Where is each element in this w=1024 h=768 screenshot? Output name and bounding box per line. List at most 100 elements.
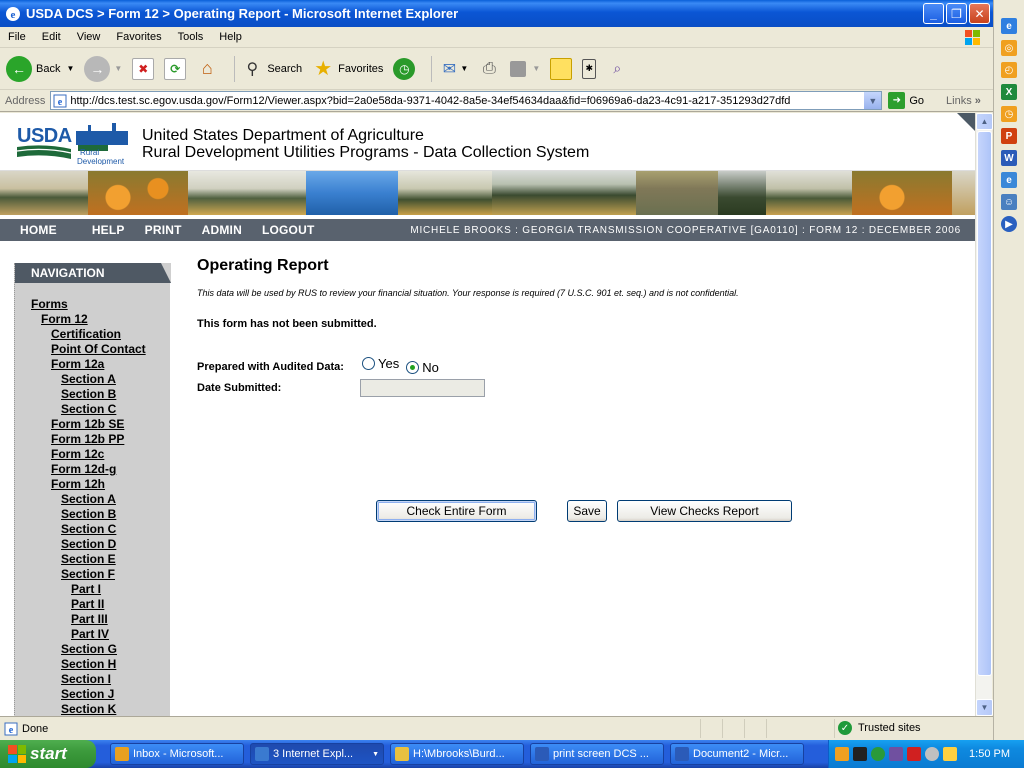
mail-dropdown-icon[interactable]: ▼	[460, 64, 468, 73]
discuss-button[interactable]	[550, 57, 573, 80]
nav-item-section-f[interactable]: Section F	[15, 567, 170, 582]
security-zone[interactable]: ✓ Trusted sites	[838, 721, 921, 735]
tray-network-icon[interactable]	[871, 747, 885, 761]
powerpoint-shortcut-icon[interactable]: P	[1001, 128, 1017, 144]
nav-home[interactable]: HOME	[20, 223, 57, 237]
usda-logo[interactable]: USDA Rural Development	[16, 123, 132, 166]
nav-item-form-12b-se[interactable]: Form 12b SE	[15, 417, 170, 432]
tray-app-icon[interactable]	[889, 747, 903, 761]
radio-yes-circle[interactable]	[362, 357, 376, 370]
tray-update-icon[interactable]	[925, 747, 939, 761]
tray-volume-icon[interactable]	[943, 747, 957, 761]
view-checks-report-button[interactable]: View Checks Report	[617, 500, 792, 522]
forward-button[interactable]: → ▼	[84, 55, 122, 82]
check-entire-form-button[interactable]: Check Entire Form	[376, 500, 537, 522]
date-submitted-input[interactable]	[360, 379, 485, 397]
nav-item-section-a[interactable]: Section A	[15, 372, 170, 387]
clock-shortcut-icon[interactable]: ◴	[1001, 62, 1017, 78]
back-button[interactable]: ← Back ▼	[6, 55, 74, 82]
edit-button[interactable]: ▼	[510, 60, 540, 77]
taskbar-item[interactable]: 3 Internet Expl... ▼	[250, 743, 384, 765]
outlook-shortcut-icon[interactable]: ◎	[1001, 40, 1017, 56]
radio-no-circle[interactable]	[406, 361, 420, 374]
taskbar-group-dropdown-icon[interactable]: ▼	[372, 751, 379, 758]
word-shortcut-icon[interactable]: W	[1001, 150, 1017, 166]
menu-edit[interactable]: Edit	[34, 31, 69, 43]
scrollbar-thumb[interactable]	[977, 131, 992, 676]
ie-shortcut-icon[interactable]: e	[1001, 18, 1017, 34]
nav-item-forms[interactable]: Forms	[15, 297, 170, 312]
window-title-bar[interactable]: e USDA DCS > Form 12 > Operating Report …	[0, 0, 993, 27]
mail-button[interactable]: ✉ ▼	[438, 58, 469, 80]
scroll-up-icon[interactable]: ▲	[976, 113, 993, 130]
nav-item-section-h[interactable]: Section H	[15, 657, 170, 672]
search-button[interactable]: ⚲ Search	[241, 58, 302, 80]
vertical-scrollbar[interactable]: ▲ ▼	[975, 113, 993, 716]
taskbar-item[interactable]: Document2 - Micr...	[670, 743, 804, 765]
taskbar-item[interactable]: Inbox - Microsoft...	[110, 743, 244, 765]
nav-item-section-c[interactable]: Section C	[15, 402, 170, 417]
links-button[interactable]: Links »	[946, 95, 981, 107]
excel-shortcut-icon[interactable]: X	[1001, 84, 1017, 100]
nav-item-certification[interactable]: Certification	[15, 327, 170, 342]
nav-item-section-d[interactable]: Section D	[15, 537, 170, 552]
taskbar-item[interactable]: H:\Mbrooks\Burd...	[390, 743, 524, 765]
nav-item-form-12[interactable]: Form 12	[15, 312, 170, 327]
nav-item-part-ii[interactable]: Part II	[15, 597, 170, 612]
nav-help[interactable]: HELP	[92, 223, 125, 237]
menu-tools[interactable]: Tools	[170, 31, 212, 43]
nav-item-form-12c[interactable]: Form 12c	[15, 447, 170, 462]
scroll-down-icon[interactable]: ▼	[976, 699, 993, 716]
edit-dropdown-icon[interactable]: ▼	[532, 64, 540, 73]
history-button[interactable]: ◷	[393, 57, 416, 80]
address-dropdown-icon[interactable]: ▼	[864, 92, 882, 109]
calendar-shortcut-icon[interactable]: ◷	[1001, 106, 1017, 122]
nav-item-section-e[interactable]: Section E	[15, 552, 170, 567]
nav-item-section-b[interactable]: Section B	[15, 387, 170, 402]
menu-view[interactable]: View	[69, 31, 109, 43]
nav-item-part-i[interactable]: Part I	[15, 582, 170, 597]
nav-item-section-j[interactable]: Section J	[15, 687, 170, 702]
go-button[interactable]: ➜ Go	[888, 92, 924, 109]
messenger-button[interactable]: ✱	[582, 58, 597, 79]
nav-item-section-g[interactable]: Section G	[15, 642, 170, 657]
nav-item-form-12d-g[interactable]: Form 12d-g	[15, 462, 170, 477]
nav-item-form-12h[interactable]: Form 12h	[15, 477, 170, 492]
nav-item-section-k[interactable]: Section K	[15, 702, 170, 716]
research-button[interactable]: ⌕	[606, 58, 628, 80]
nav-item-section-b[interactable]: Section B	[15, 507, 170, 522]
nav-admin[interactable]: ADMIN	[202, 223, 242, 237]
nav-item-part-iv[interactable]: Part IV	[15, 627, 170, 642]
media-shortcut-icon[interactable]: ▶	[1001, 216, 1017, 232]
user-shortcut-icon[interactable]: ☺	[1001, 194, 1017, 210]
nav-item-part-iii[interactable]: Part III	[15, 612, 170, 627]
taskbar-item[interactable]: print screen DCS ...	[530, 743, 664, 765]
forward-dropdown-icon[interactable]: ▼	[114, 64, 122, 73]
back-dropdown-icon[interactable]: ▼	[66, 64, 74, 73]
ie-alt-shortcut-icon[interactable]: e	[1001, 172, 1017, 188]
audited-yes-radio[interactable]: Yes	[362, 356, 399, 371]
home-button[interactable]: ⌂	[196, 58, 218, 80]
maximize-button[interactable]: ❐	[946, 3, 967, 24]
nav-logout[interactable]: LOGOUT	[262, 223, 315, 237]
nav-item-point-of-contact[interactable]: Point Of Contact	[15, 342, 170, 357]
tray-shield-icon[interactable]	[907, 747, 921, 761]
nav-print[interactable]: PRINT	[145, 223, 182, 237]
tray-clock-icon[interactable]	[835, 747, 849, 761]
menu-help[interactable]: Help	[211, 31, 250, 43]
stop-button[interactable]: ✖	[132, 57, 155, 80]
address-input[interactable]: e http://dcs.test.sc.egov.usda.gov/Form1…	[50, 91, 883, 110]
minimize-button[interactable]: _	[923, 3, 944, 24]
menu-file[interactable]: File	[0, 31, 34, 43]
nav-item-form-12b-pp[interactable]: Form 12b PP	[15, 432, 170, 447]
tray-alert-icon[interactable]	[853, 747, 867, 761]
save-button[interactable]: Save	[567, 500, 607, 522]
menu-favorites[interactable]: Favorites	[108, 31, 169, 43]
audited-no-radio[interactable]: No	[406, 360, 439, 375]
close-button[interactable]: ✕	[969, 3, 990, 24]
nav-item-section-c[interactable]: Section C	[15, 522, 170, 537]
nav-item-form-12a[interactable]: Form 12a	[15, 357, 170, 372]
favorites-button[interactable]: ★ Favorites	[312, 58, 383, 80]
nav-item-section-i[interactable]: Section I	[15, 672, 170, 687]
refresh-button[interactable]: ⟳	[164, 57, 187, 80]
